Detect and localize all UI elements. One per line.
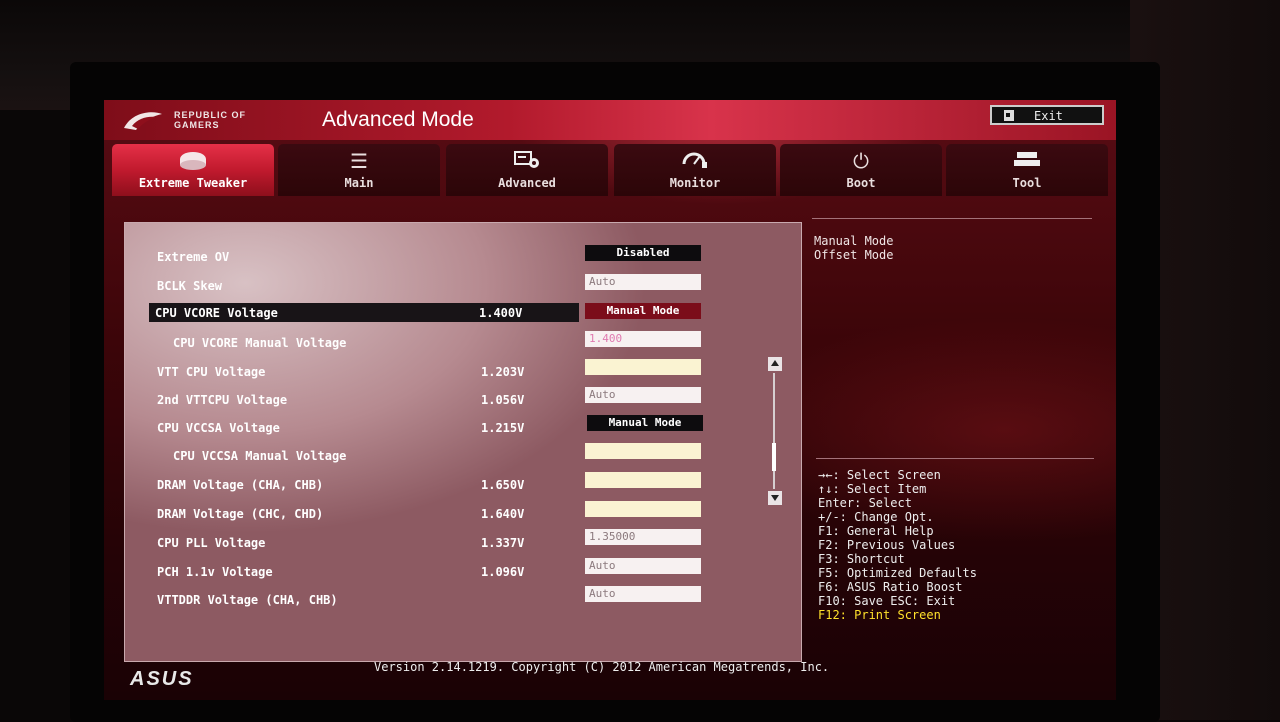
setting-label: DRAM Voltage (CHC, CHD): [157, 507, 324, 521]
setting-label: VTTDDR Voltage (CHA, CHB): [157, 593, 338, 607]
setting-label: 2nd VTTCPU Voltage: [157, 393, 288, 407]
rog-eye-icon: [124, 112, 162, 130]
cpu-vccsa-mode-select[interactable]: Manual Mode: [587, 415, 703, 431]
key-help-item: F3: Shortcut: [818, 552, 905, 566]
setting-label: PCH 1.1v Voltage: [157, 565, 273, 579]
key-help-item: →←: Select Screen: [818, 468, 941, 482]
key-help-item: F5: Optimized Defaults: [818, 566, 977, 580]
vtt-cpu-input[interactable]: [585, 359, 701, 375]
key-help-item: F6: ASUS Ratio Boost: [818, 580, 963, 594]
setting-label: BCLK Skew: [157, 279, 223, 293]
settings-scrollbar[interactable]: [768, 357, 782, 505]
setting-label: CPU VCORE Manual Voltage: [173, 336, 347, 350]
help-option: Offset Mode: [814, 248, 894, 262]
tab-label: Boot: [846, 176, 876, 190]
header-bar: REPUBLIC OF GAMERS Advanced Mode Exit: [104, 100, 1116, 140]
item-help: Manual Mode Offset Mode: [814, 234, 893, 262]
key-help-item: ↑↓: Select Item: [818, 482, 927, 496]
setting-value: 1.056V: [481, 393, 525, 407]
bios-screen: REPUBLIC OF GAMERS Advanced Mode Exit Ex…: [104, 100, 1116, 700]
tab-extreme-tweaker[interactable]: Extreme Tweaker: [112, 144, 274, 196]
key-help-item-print-screen: F12: Print Screen: [818, 608, 941, 622]
setting-value: 1.215V: [481, 421, 525, 435]
setting-value: 1.337V: [481, 536, 525, 550]
help-divider-bottom: [816, 458, 1094, 459]
setting-value: 1.400V: [479, 306, 523, 320]
exit-label: Exit: [1034, 109, 1063, 123]
setting-label: CPU VCCSA Voltage: [157, 421, 280, 435]
help-divider-top: [812, 218, 1092, 219]
setting-label: VTT CPU Voltage: [157, 365, 266, 379]
bclk-skew-input[interactable]: Auto: [585, 274, 701, 290]
tab-bar: Extreme Tweaker ☰ Main Advanced Monitor …: [112, 144, 1108, 198]
tab-label: Main: [344, 176, 374, 190]
setting-value: 1.096V: [481, 565, 525, 579]
cpu-pll-input[interactable]: 1.35000: [585, 529, 701, 545]
tab-label: Tool: [1012, 176, 1042, 190]
setting-label: CPU VCORE Voltage: [155, 306, 278, 320]
cpu-vcore-manual-input[interactable]: 1.400: [585, 331, 701, 347]
monitor-gauge-icon: [614, 150, 776, 172]
scroll-thumb[interactable]: [772, 443, 776, 471]
vttddr-input[interactable]: Auto: [585, 586, 701, 602]
setting-label: Extreme OV: [157, 250, 230, 264]
dram-cha-chb-input[interactable]: [585, 472, 701, 488]
setting-value: 1.640V: [481, 507, 525, 521]
tool-icon: [946, 150, 1108, 172]
exit-door-icon: [1004, 110, 1014, 121]
list-icon: ☰: [350, 149, 368, 173]
scroll-track[interactable]: [773, 373, 775, 489]
setting-label: DRAM Voltage (CHA, CHB): [157, 478, 324, 492]
cpu-vcore-mode-select[interactable]: Manual Mode: [585, 303, 701, 319]
asus-logo: ASUS: [130, 668, 194, 690]
tab-label: Monitor: [669, 176, 721, 190]
tab-label: Advanced: [498, 176, 556, 190]
setting-value: 1.650V: [481, 478, 525, 492]
dram-chc-chd-input[interactable]: [585, 501, 701, 517]
key-help-list: →←: Select Screen ↑↓: Select Item Enter:…: [818, 468, 977, 622]
tab-tool[interactable]: Tool: [946, 144, 1108, 196]
scroll-down-arrow-icon[interactable]: [768, 491, 782, 505]
dial-icon: [112, 150, 274, 172]
tab-main[interactable]: ☰ Main: [278, 144, 440, 196]
scroll-up-arrow-icon[interactable]: [768, 357, 782, 371]
settings-panel: Extreme OV Disabled BCLK Skew Auto CPU V…: [124, 222, 802, 662]
advanced-settings-icon: [446, 150, 608, 172]
cpu-vccsa-manual-input[interactable]: [585, 443, 701, 459]
key-help-item: F10: Save ESC: Exit: [818, 594, 956, 608]
extreme-ov-select[interactable]: Disabled: [585, 245, 701, 261]
2nd-vttcpu-input[interactable]: Auto: [585, 387, 701, 403]
exit-button[interactable]: Exit: [990, 105, 1104, 125]
key-help-item: F2: Previous Values: [818, 538, 956, 552]
setting-value: 1.203V: [481, 365, 525, 379]
setting-label: CPU VCCSA Manual Voltage: [173, 449, 347, 463]
key-help-item: F1: General Help: [818, 524, 934, 538]
power-icon: ⏻: [853, 149, 869, 173]
tab-label: Extreme Tweaker: [138, 176, 248, 190]
pch-1-1v-input[interactable]: Auto: [585, 558, 701, 574]
brand-text: REPUBLIC OF GAMERS: [174, 110, 247, 130]
tab-advanced[interactable]: Advanced: [446, 144, 608, 196]
key-help-item: +/-: Change Opt.: [818, 510, 934, 524]
help-option: Manual Mode: [814, 234, 894, 248]
tab-boot[interactable]: ⏻ Boot: [780, 144, 942, 196]
setting-row-cpu-vcore[interactable]: CPU VCORE Voltage 1.400V: [149, 303, 579, 322]
tab-monitor[interactable]: Monitor: [614, 144, 776, 196]
page-title: Advanced Mode: [322, 108, 474, 131]
key-help-item: Enter: Select: [818, 496, 912, 510]
version-text: Version 2.14.1219. Copyright (C) 2012 Am…: [374, 660, 830, 674]
setting-label: CPU PLL Voltage: [157, 536, 266, 550]
